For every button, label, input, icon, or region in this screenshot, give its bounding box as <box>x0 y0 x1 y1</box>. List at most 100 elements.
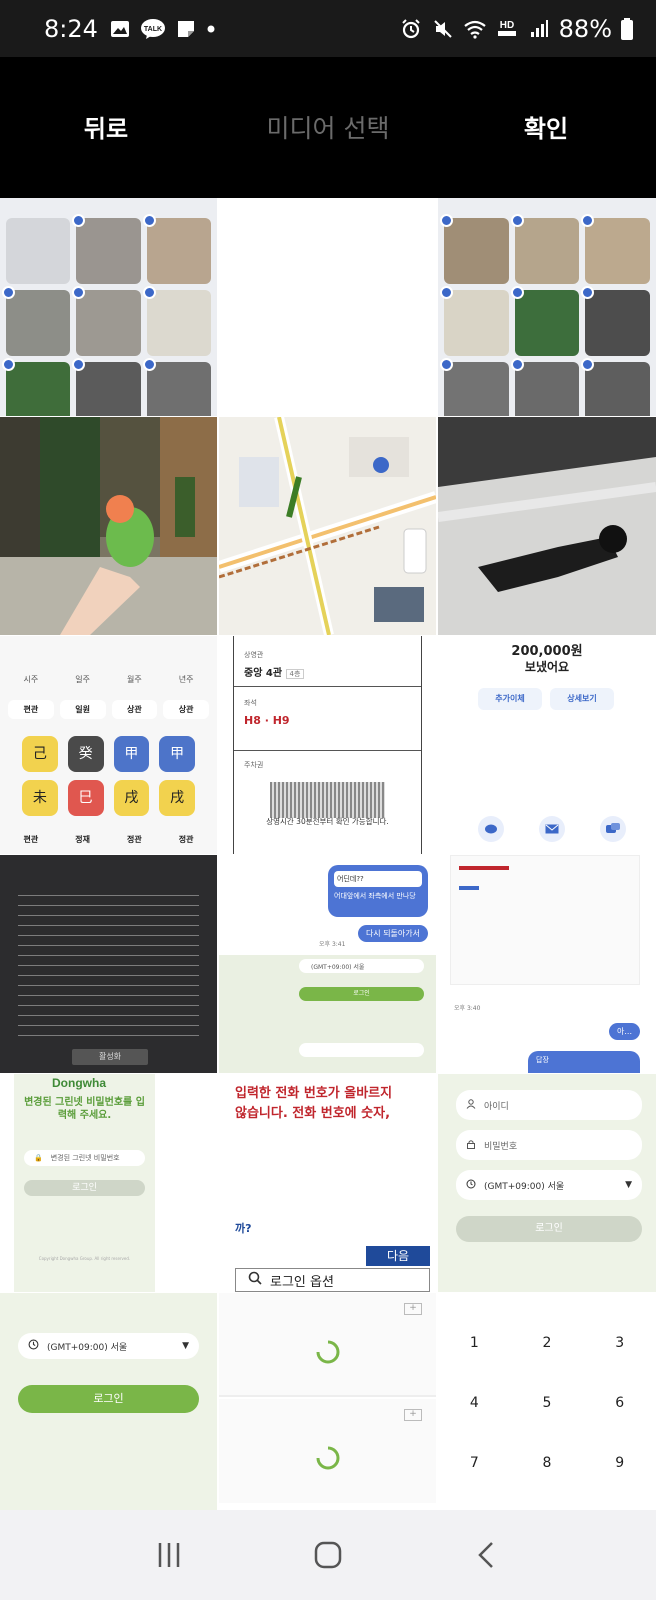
media-thumbnail[interactable] <box>219 198 436 416</box>
media-thumbnail-transfer-receipt[interactable]: 200,000원 보냈어요 추가이체 상세보기 <box>438 636 656 854</box>
activate-button: 활성화 <box>72 1049 148 1065</box>
search-icon <box>248 1271 262 1289</box>
saju-row-bottom: 편관 정재 정관 정관 <box>8 834 209 845</box>
details-button: 상세보기 <box>550 688 614 710</box>
status-time: 8:24 <box>44 14 98 43</box>
login-options-label: 로그인 옵션 <box>270 1274 334 1290</box>
lock-icon: 🔒 <box>34 1154 43 1162</box>
media-thumbnail-bird-photo[interactable] <box>0 417 217 635</box>
keypad-key: 7 <box>469 1455 479 1471</box>
note-notification-icon <box>174 18 198 40</box>
saju-header: 년주 <box>178 675 194 684</box>
media-thumbnail-snow-photo[interactable] <box>438 417 656 635</box>
alarm-icon <box>399 18 423 40</box>
media-select-header: 뒤로 미디어 선택 확인 <box>0 57 656 198</box>
timezone-value: (GMT+09:00) 서울 <box>484 1181 565 1192</box>
terms-text-lines <box>18 895 199 1043</box>
loading-spinner-icon <box>316 1340 340 1364</box>
more-notifications-dot-icon <box>206 18 216 40</box>
notification-icons: TALK <box>108 18 216 40</box>
timezone-select: (GMT+09:00) 서울 ▼ <box>18 1333 199 1359</box>
recent-apps-icon <box>159 1543 180 1567</box>
media-thumbnail-login-timezone[interactable]: (GMT+09:00) 서울 ▼ 로그인 <box>0 1293 217 1511</box>
media-thumbnail-dongwha-login[interactable]: Dongwha 변경된 그린넷 비밀번호를 입력해 주세요. 🔒 변경된 그린넷 … <box>0 1074 217 1292</box>
ticket-label: 주차권 <box>244 761 264 769</box>
saju-stems: 己 癸 甲 甲 <box>22 736 195 772</box>
keypad-key: 3 <box>615 1335 625 1351</box>
recent-apps-button[interactable] <box>139 1525 199 1585</box>
saju-stem-tile: 甲 <box>159 736 195 772</box>
media-thumbnail-saju-chart[interactable]: 시주 일주 월주 년주 편관 일원 상관 상관 己 癸 甲 甲 未 巳 戌 戌 … <box>0 636 217 854</box>
saju-header: 시주 <box>23 675 39 684</box>
password-placeholder: 변경된 그린넷 비밀번호 <box>50 1154 120 1162</box>
kakao-share-icon <box>478 816 504 842</box>
login-button: 로그인 <box>456 1216 642 1242</box>
chat-bubble: 아... <box>609 1023 640 1040</box>
mute-icon <box>431 18 455 40</box>
error-message: 입력한 전화 번호가 올바르지 않습니다. 전화 번호에 숫자, <box>235 1084 430 1123</box>
timezone-select: (GMT+09:00) 서울 ▼ <box>456 1170 642 1200</box>
id-input: 아이디 <box>456 1090 642 1120</box>
back-nav-button[interactable] <box>457 1525 517 1585</box>
chat-bubble-reply: 답장 <box>528 1051 640 1073</box>
signal-icon <box>527 18 551 40</box>
page-title: 미디어 선택 <box>266 114 390 143</box>
media-thumbnail-map[interactable] <box>219 417 436 635</box>
ticket-notice: 상영시간 30분전부터 확인 가능합니다. <box>266 817 389 826</box>
barcode <box>270 782 385 818</box>
media-thumbnail-login-form[interactable]: 아이디 비밀번호 (GMT+09:00) 서울 ▼ 로그인 <box>438 1074 656 1292</box>
media-thumbnail-phone-error[interactable]: 입력한 전화 번호가 올바르지 않습니다. 전화 번호에 숫자, 까? 다음 로… <box>219 1074 436 1292</box>
floor-badge: 4층 <box>285 669 305 679</box>
battery-percent: 88% <box>558 14 612 43</box>
confirm-button[interactable]: 확인 <box>480 109 612 144</box>
saju-row-top: 편관 일원 상관 상관 <box>8 700 209 719</box>
add-icon: + <box>404 1303 422 1315</box>
blue-line <box>459 886 479 890</box>
dongwha-logo: Dongwha <box>52 1076 106 1090</box>
media-grid: 시주 일주 월주 년주 편관 일원 상관 상관 己 癸 甲 甲 未 巳 戌 戌 … <box>0 198 656 1511</box>
saju-label: 정관 <box>178 835 194 844</box>
status-bar: 8:24 TALK HD 88% <box>0 0 656 57</box>
chat-text: 어대앞에서 좌측에서 만나당 <box>334 892 416 900</box>
media-thumbnail[interactable] <box>0 198 217 416</box>
hd-text: HD <box>499 20 513 31</box>
id-placeholder: 아이디 <box>484 1101 509 1112</box>
password-input: 비밀번호 <box>456 1130 642 1160</box>
media-thumbnail-loading[interactable]: + + <box>219 1293 436 1511</box>
ticket-value: 중앙 4관 4층 <box>244 664 305 679</box>
media-thumbnail[interactable] <box>438 198 656 416</box>
media-thumbnail-chat[interactable]: 오후 3:40 아... 답장 <box>438 855 656 1073</box>
share-icons <box>478 816 626 842</box>
clock-icon <box>466 1179 476 1192</box>
error-line: 않습니다. 전화 번호에 숫자, <box>235 1105 391 1121</box>
bird-photo-image <box>0 417 217 635</box>
keypad-key: 9 <box>615 1455 625 1471</box>
saju-label: 일원 <box>59 700 106 719</box>
media-thumbnail-keypad[interactable]: 1 2 3 4 5 6 7 8 9 <box>438 1293 656 1511</box>
saju-branch-tile: 戌 <box>113 780 150 816</box>
media-thumbnail-chat-login[interactable]: 어딘데?? 어대앞에서 좌측에서 만나당 다시 되돌아가서 오후 3:41 (G… <box>219 855 436 1073</box>
snow-photo-image <box>438 417 656 635</box>
next-button: 다음 <box>366 1246 430 1266</box>
saju-stem-tile: 癸 <box>67 736 104 772</box>
back-button[interactable]: 뒤로 <box>40 109 172 144</box>
home-button[interactable] <box>298 1525 358 1585</box>
loading-panel: + <box>219 1293 436 1397</box>
keypad-key: 1 <box>469 1335 479 1351</box>
battery-icon <box>620 17 634 40</box>
error-line: 입력한 전화 번호가 올바르지 <box>235 1086 393 1101</box>
timezone-value: (GMT+09:00) 서울 <box>47 1342 128 1353</box>
quoted-message: 어딘데?? <box>334 871 422 887</box>
ticket-frame: 상영관 중앙 4관 4층 좌석 H8 · H9 주차권 상영시간 30분전부터 … <box>233 636 422 854</box>
question-text: 까? <box>235 1222 252 1235</box>
saju-branch-tile: 戌 <box>159 780 195 816</box>
login-options-button: 로그인 옵션 <box>235 1268 430 1292</box>
keypad-key: 6 <box>615 1395 625 1411</box>
saju-branch-tile: 巳 <box>67 780 104 816</box>
media-thumbnail-movie-ticket[interactable]: 상영관 중앙 4관 4층 좌석 H8 · H9 주차권 상영시간 30분전부터 … <box>219 636 436 854</box>
media-thumbnail-dark-terms[interactable]: 활성화 <box>0 855 217 1073</box>
saju-label: 정관 <box>127 835 142 844</box>
keypad-key: 2 <box>542 1335 552 1351</box>
dropdown-arrow-icon: ▼ <box>182 1341 189 1351</box>
back-arrow-icon <box>477 1542 493 1568</box>
